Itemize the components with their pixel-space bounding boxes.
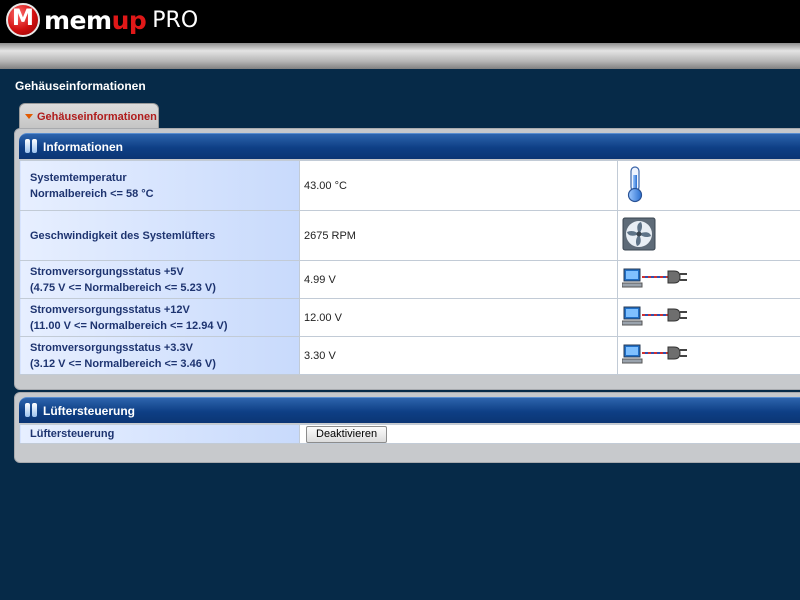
logo-badge: M	[6, 3, 40, 37]
top-bar: M memup PRO	[0, 0, 800, 43]
table-row: Geschwindigkeit des Systemlüfters 2675 R…	[19, 210, 800, 261]
row-label: Stromversorgungsstatus +3.3V (3.12 V <= …	[19, 336, 300, 375]
information-panel: Informationen Systemtemperatur Normalber…	[14, 128, 800, 390]
voltage-3v3-value: 3.30 V	[299, 336, 618, 375]
info-header-icon	[25, 138, 39, 155]
fan-control-panel-title: Lüftersteuerung	[43, 403, 136, 418]
information-panel-title: Informationen	[43, 139, 123, 154]
tab-gehaeuseinformationen[interactable]: Gehäuseinformationen	[19, 103, 159, 129]
tab-arrow-icon	[25, 114, 33, 119]
fan-control-panel: Lüftersteuerung Lüftersteuerung Deaktivi…	[14, 392, 800, 463]
row-label: Systemtemperatur Normalbereich <= 58 °C	[19, 160, 300, 211]
information-table: Systemtemperatur Normalbereich <= 58 °C …	[19, 160, 800, 375]
table-row: Systemtemperatur Normalbereich <= 58 °C …	[19, 160, 800, 211]
info-header-icon	[25, 402, 39, 419]
fan-icon	[622, 217, 656, 254]
voltage-5v-value: 4.99 V	[299, 260, 618, 299]
deactivate-fan-button[interactable]: Deaktivieren	[306, 425, 388, 443]
table-row: Stromversorgungsstatus +5V (4.75 V <= No…	[19, 260, 800, 299]
table-row: Stromversorgungsstatus +12V (11.00 V <= …	[19, 298, 800, 337]
voltage-12v-value: 12.00 V	[299, 298, 618, 337]
silver-toolbar	[0, 43, 800, 69]
logo-pro: PRO	[152, 7, 199, 33]
logo-brand: memup	[44, 5, 147, 35]
table-row: Lüftersteuerung Deaktivieren	[19, 424, 800, 444]
fan-control-panel-header: Lüftersteuerung	[19, 397, 800, 423]
tab-label: Gehäuseinformationen	[37, 110, 157, 123]
page-title: Gehäuseinformationen	[15, 79, 146, 93]
row-label: Geschwindigkeit des Systemlüfters	[19, 210, 300, 261]
fan-control-label: Lüftersteuerung	[19, 424, 300, 444]
fan-control-table: Lüftersteuerung Deaktivieren	[19, 424, 800, 444]
thermometer-icon	[622, 166, 648, 206]
table-row: Stromversorgungsstatus +3.3V (3.12 V <= …	[19, 336, 800, 375]
power-connected-icon	[621, 344, 688, 368]
information-panel-header: Informationen	[19, 133, 800, 159]
fan-speed-value: 2675 RPM	[299, 210, 618, 261]
row-label: Stromversorgungsstatus +12V (11.00 V <= …	[19, 298, 300, 337]
memup-pro-logo: M memup PRO	[6, 3, 198, 37]
power-connected-icon	[621, 306, 688, 330]
row-label: Stromversorgungsstatus +5V (4.75 V <= No…	[19, 260, 300, 299]
system-temperature-value: 43.00 °C	[299, 160, 618, 211]
power-connected-icon	[621, 268, 688, 292]
